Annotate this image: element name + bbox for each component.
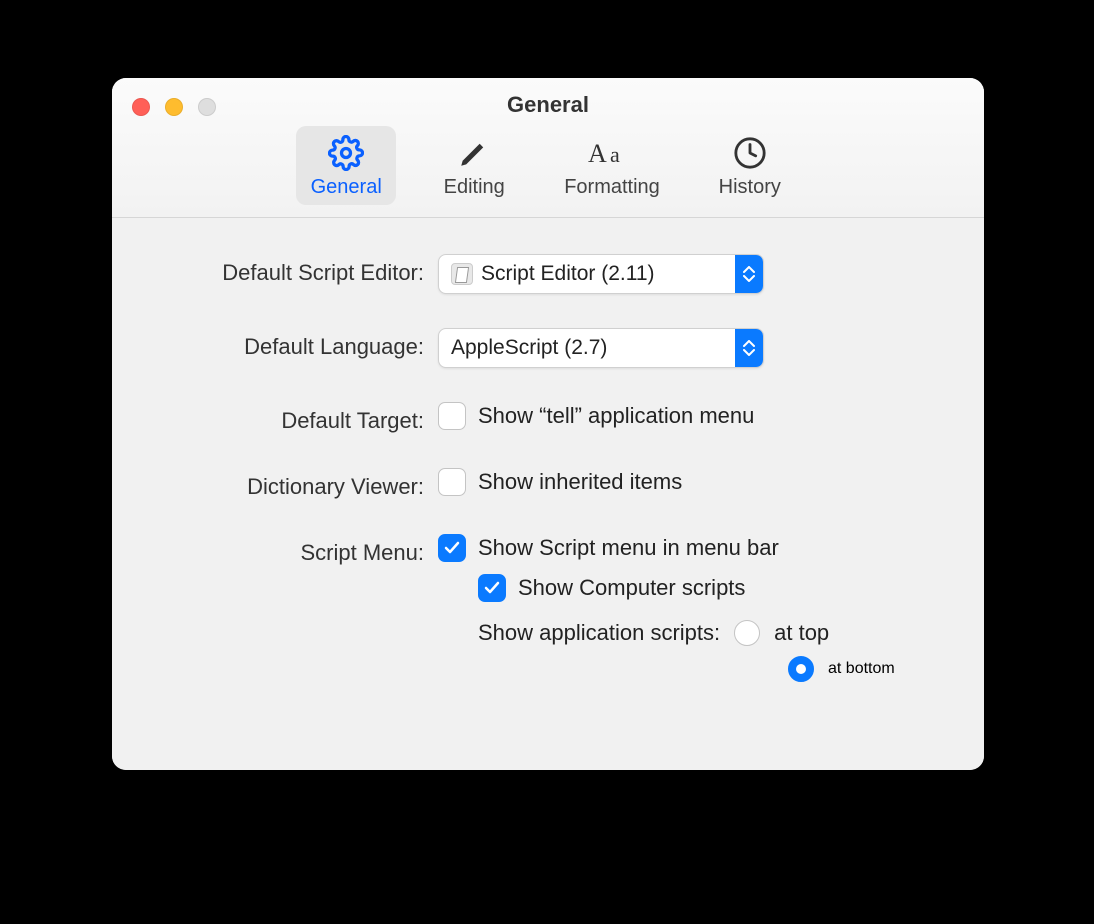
checkbox-label: Show Script menu in menu bar [478, 535, 779, 561]
show-inherited-checkbox[interactable] [438, 468, 466, 496]
show-tell-checkbox[interactable] [438, 402, 466, 430]
preferences-content: Default Script Editor: Script Editor (2.… [112, 218, 984, 770]
select-value: AppleScript (2.7) [451, 336, 607, 360]
radio-at-bottom[interactable] [788, 656, 814, 682]
tab-editing[interactable]: Editing [424, 126, 524, 205]
chevron-up-down-icon [735, 255, 763, 293]
select-value: Script Editor (2.11) [481, 262, 655, 286]
titlebar: General General Editing [112, 78, 984, 218]
pencil-icon [457, 134, 491, 172]
traffic-lights [132, 98, 216, 116]
tab-label: Formatting [564, 176, 660, 199]
svg-text:A: A [588, 139, 607, 168]
default-language-select[interactable]: AppleScript (2.7) [438, 328, 764, 368]
radio-label: at top [774, 620, 829, 646]
gear-icon [328, 134, 364, 172]
tab-label: Editing [444, 176, 505, 199]
minimize-button[interactable] [165, 98, 183, 116]
radio-at-top[interactable] [734, 620, 760, 646]
radio-label: at bottom [828, 660, 895, 678]
clock-icon [733, 134, 767, 172]
checkbox-label: Show inherited items [478, 469, 682, 495]
tab-label: History [719, 176, 781, 199]
zoom-button [198, 98, 216, 116]
label-default-target: Default Target: [152, 402, 438, 434]
script-editor-icon [451, 263, 473, 285]
preferences-window: General General Editing [112, 78, 984, 770]
label-dictionary-viewer: Dictionary Viewer: [152, 468, 438, 500]
tab-label: General [311, 176, 382, 199]
toolbar-tabs: General Editing A a Formatting [112, 126, 984, 217]
window-title: General [112, 92, 984, 126]
label-default-language: Default Language: [152, 328, 438, 360]
label-default-script-editor: Default Script Editor: [152, 254, 438, 286]
show-computer-scripts-checkbox[interactable] [478, 574, 506, 602]
show-script-menu-checkbox[interactable] [438, 534, 466, 562]
checkbox-label: Show Computer scripts [518, 575, 745, 601]
chevron-up-down-icon [735, 329, 763, 367]
text-format-icon: A a [588, 134, 636, 172]
radio-header: Show application scripts: [478, 620, 720, 646]
close-button[interactable] [132, 98, 150, 116]
tab-formatting[interactable]: A a Formatting [552, 126, 672, 205]
tab-history[interactable]: History [700, 126, 800, 205]
svg-text:a: a [610, 142, 620, 167]
default-script-editor-select[interactable]: Script Editor (2.11) [438, 254, 764, 294]
checkbox-label: Show “tell” application menu [478, 403, 754, 429]
label-script-menu: Script Menu: [152, 534, 438, 566]
tab-general[interactable]: General [296, 126, 396, 205]
